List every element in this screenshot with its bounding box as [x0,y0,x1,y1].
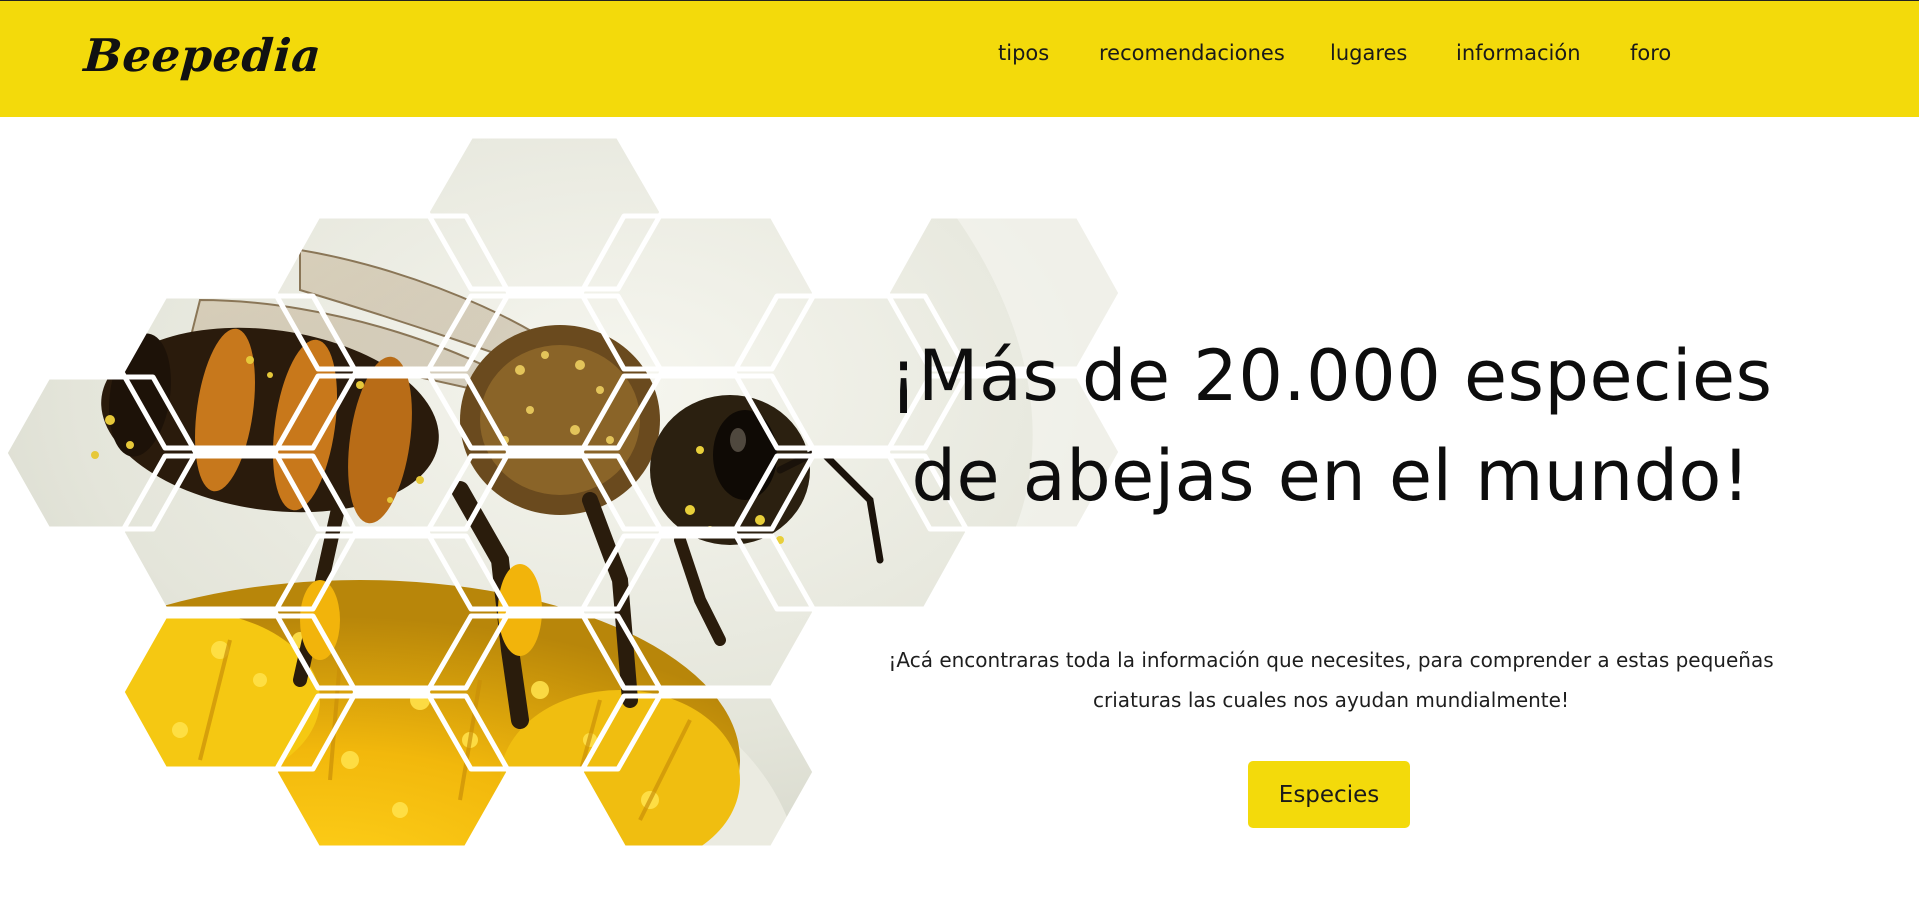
top-navbar: Beepedia tipos recomendaciones lugares i… [0,1,1919,117]
hero-title: ¡Más de 20.000 especies de abejas en el … [889,335,1773,517]
nav-link-recomendaciones[interactable]: recomendaciones [1099,41,1285,65]
nav-link-tipos[interactable]: tipos [998,41,1049,65]
nav-link-informacion[interactable]: información [1456,41,1581,65]
especies-button[interactable]: Especies [1248,761,1410,828]
nav-link-lugares[interactable]: lugares [1330,41,1407,65]
brand-logo[interactable]: Beepedia [82,29,323,82]
nav-link-foro[interactable]: foro [1630,41,1671,65]
hero-subtitle: ¡Acá encontraras toda la información que… [888,648,1774,712]
